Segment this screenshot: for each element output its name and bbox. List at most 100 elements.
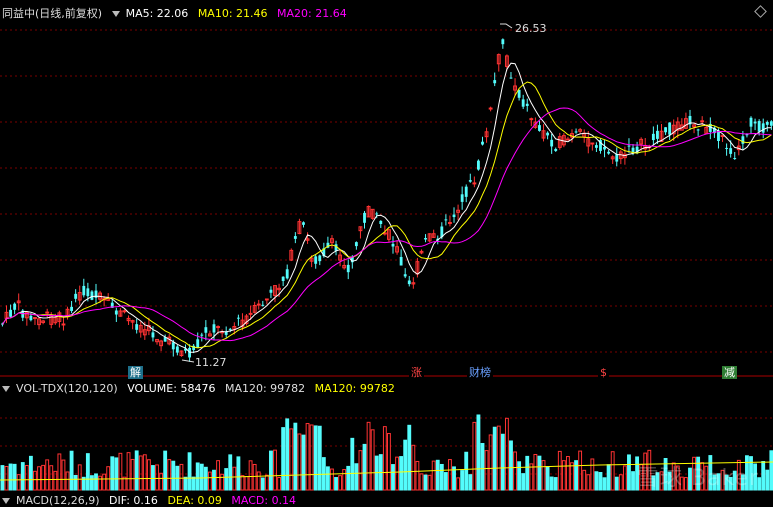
volume-bar — [293, 422, 298, 491]
volume-bar — [199, 463, 204, 491]
candle-body — [61, 323, 66, 326]
volume-bar — [622, 465, 627, 491]
volume-bar — [77, 464, 82, 491]
volume-bar — [61, 459, 66, 491]
volume-bar — [4, 465, 9, 491]
candle-body — [521, 99, 525, 107]
volume-bar — [106, 466, 111, 491]
candle-body — [90, 291, 94, 300]
candle-body — [444, 219, 448, 221]
stock-chart[interactable] — [0, 0, 773, 504]
candle-body — [460, 194, 464, 202]
volume-bar — [362, 443, 367, 491]
volume-bar — [159, 472, 164, 491]
volume-indicator-title: VOL-TDX(120,120) — [16, 382, 118, 395]
event-marker-financial-list[interactable]: 财榜 — [467, 366, 493, 379]
candle-body — [363, 212, 366, 223]
volume-bar — [460, 470, 465, 491]
volume-bar — [346, 465, 351, 491]
candle-body — [212, 324, 216, 333]
volume-bar — [301, 434, 306, 491]
volume-bar — [85, 453, 90, 491]
volume-bar — [395, 456, 399, 491]
candle-body — [488, 107, 493, 110]
candle-body — [285, 269, 289, 279]
candle-body — [529, 118, 534, 121]
volume-bar — [602, 477, 607, 491]
ma10-value: MA10: 21.46 — [197, 7, 268, 20]
watermark: 雪球 Baker — [636, 466, 759, 491]
volume-bar — [439, 463, 444, 491]
event-marker-reduce[interactable]: 减 — [722, 366, 737, 379]
volume-bar — [480, 442, 485, 491]
volume-bar — [285, 418, 290, 491]
volume-bar — [94, 473, 98, 491]
event-marker-limit-up[interactable]: 涨 — [409, 366, 424, 379]
volume-bar — [191, 476, 196, 491]
volume-bar — [24, 465, 29, 491]
candle-body — [651, 133, 655, 141]
volume-bar — [179, 463, 184, 491]
volume-bar — [203, 466, 208, 491]
candle-body — [204, 327, 208, 333]
volume-bar — [472, 421, 477, 491]
candle-body — [615, 154, 619, 162]
volume-bar — [220, 473, 225, 491]
volume-bar — [769, 450, 773, 491]
candle-body — [753, 121, 757, 124]
volume-bar — [183, 476, 188, 491]
candle-body — [627, 145, 631, 147]
volume-bar — [403, 439, 408, 491]
volume-bar — [557, 450, 562, 491]
volume-bar — [98, 475, 102, 491]
volume-bar — [256, 471, 261, 491]
volume-bar — [240, 475, 245, 491]
volume-bar — [504, 417, 509, 491]
volume-bar — [338, 475, 343, 491]
event-marker-dividend[interactable]: $ — [598, 366, 609, 379]
dropdown-icon[interactable] — [2, 386, 10, 392]
ma5-line — [1, 62, 772, 353]
volume-bar — [521, 473, 526, 491]
volume-bar — [20, 462, 25, 491]
candle-body — [538, 125, 541, 131]
candle-body — [264, 298, 269, 301]
volume-bar — [509, 440, 513, 491]
volume-bar — [578, 450, 583, 491]
candle-body — [452, 214, 456, 218]
volume-bar — [16, 474, 21, 491]
volume-bar — [415, 460, 420, 491]
volume-bar — [130, 458, 135, 491]
volume-bar — [456, 477, 461, 491]
volume-ma120-a: MA120: 99782 — [224, 382, 306, 395]
dropdown-icon[interactable] — [2, 498, 10, 504]
candle-body — [493, 80, 497, 84]
candle-body — [281, 276, 285, 281]
candle-body — [656, 130, 659, 139]
volume-bar — [142, 454, 147, 491]
volume-bar — [586, 474, 591, 491]
candle-body — [346, 264, 350, 273]
event-marker-unlock[interactable]: 解 — [128, 366, 143, 379]
volume-bar — [627, 454, 631, 491]
candle-body — [200, 334, 204, 336]
volume-bar — [435, 459, 440, 491]
candle-body — [114, 310, 118, 315]
high-pointer — [500, 23, 513, 29]
volume-bar — [195, 462, 200, 491]
volume-bar — [606, 464, 611, 491]
candle-body — [82, 285, 86, 296]
candle-body — [228, 328, 232, 330]
volume-bar — [12, 463, 17, 491]
volume-bar — [631, 471, 635, 491]
volume-bar — [423, 474, 428, 491]
volume-bar — [305, 423, 310, 491]
volume-bar — [45, 459, 50, 491]
candle-body — [122, 310, 127, 313]
volume-panel-header: VOL-TDX(120,120) VOLUME: 58476 MA120: 99… — [2, 382, 401, 395]
volume-bar — [0, 465, 5, 491]
candle-body — [464, 186, 468, 197]
dropdown-icon[interactable] — [111, 11, 120, 17]
volume-bar — [500, 433, 505, 491]
candle-body — [318, 255, 322, 262]
